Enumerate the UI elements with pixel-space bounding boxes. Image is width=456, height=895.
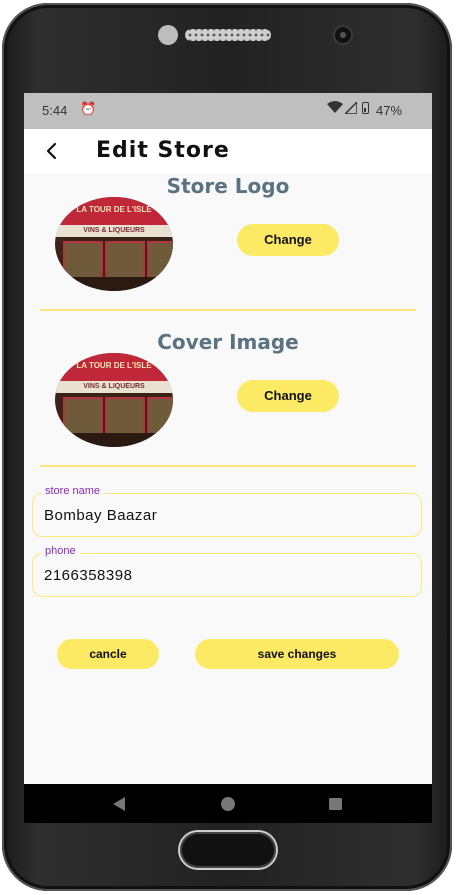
phone-label: phone (41, 545, 80, 557)
phone-frame: 5:44 ⏰ 47% Edit Store Store Logo LA TOUR… (2, 3, 452, 891)
hardware-home-button[interactable] (180, 832, 276, 868)
alarm-icon: ⏰ (80, 101, 97, 116)
signal-icon (345, 102, 357, 114)
nav-home-icon[interactable] (221, 797, 235, 811)
phone-value[interactable]: 2166358398 (44, 567, 132, 584)
app-bar: Edit Store (24, 129, 432, 174)
nav-recent-icon[interactable] (329, 798, 342, 810)
cover-image-title: Cover Image (157, 330, 299, 354)
status-time: 5:44 (42, 103, 68, 118)
store-logo-title: Store Logo (166, 174, 290, 198)
proximity-sensor (335, 27, 351, 43)
cover-image: LA TOUR DE L'ISLE VINS & LIQUEURS (55, 353, 173, 447)
divider (40, 465, 416, 467)
store-name-field[interactable]: store name Bombay Baazar (32, 485, 422, 537)
screen: 5:44 ⏰ 47% Edit Store Store Logo LA TOUR… (24, 93, 432, 823)
phone-field[interactable]: phone 2166358398 (32, 545, 422, 597)
wifi-icon (327, 101, 343, 113)
store-logo-image: LA TOUR DE L'ISLE VINS & LIQUEURS (55, 197, 173, 291)
store-name-value[interactable]: Bombay Baazar (44, 507, 157, 524)
status-bar: 5:44 ⏰ 47% (24, 93, 432, 129)
system-nav-bar (24, 784, 432, 823)
nav-back-icon[interactable] (113, 797, 125, 811)
page-title: Edit Store (96, 138, 230, 163)
arrow-back-icon[interactable] (42, 141, 62, 161)
change-cover-button[interactable]: Change (237, 380, 339, 412)
store-name-label: store name (41, 485, 105, 497)
earpiece-speaker (185, 29, 271, 41)
front-camera (158, 25, 178, 45)
change-logo-button[interactable]: Change (237, 224, 339, 256)
divider (40, 309, 416, 311)
cancel-button[interactable]: cancle (57, 639, 159, 669)
save-changes-button[interactable]: save changes (195, 639, 399, 669)
battery-percent: 47% (376, 103, 403, 118)
battery-icon (362, 102, 369, 114)
